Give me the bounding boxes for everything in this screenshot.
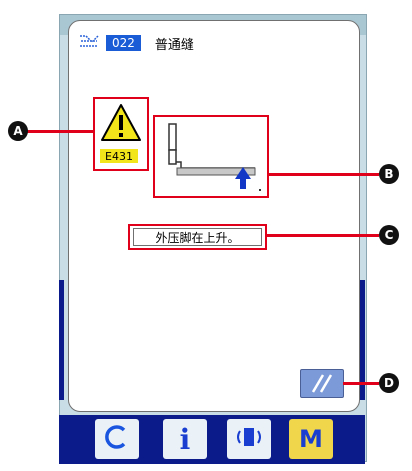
callout-d: D — [379, 373, 399, 393]
callout-c: C — [379, 225, 399, 245]
pattern-number: 022 — [106, 35, 141, 51]
thread-button[interactable] — [95, 419, 139, 459]
bottom-bar: i M — [59, 415, 365, 464]
communication-button[interactable] — [227, 419, 271, 459]
dialog-header: 022 普通缝 — [78, 33, 194, 53]
error-message: 外压脚在上升。 — [133, 228, 262, 246]
info-icon: i — [179, 422, 191, 456]
error-dialog — [68, 20, 360, 412]
left-side-bar — [59, 280, 64, 400]
callout-a: A — [8, 121, 28, 141]
reset-button[interactable] — [300, 369, 344, 398]
reset-slash-icon — [301, 370, 343, 401]
warning-box: E431 — [93, 97, 149, 171]
sewing-pattern-icon — [78, 33, 100, 53]
callout-b: B — [379, 164, 399, 184]
callout-line-c — [265, 234, 379, 237]
pattern-name: 普通缝 — [154, 37, 194, 53]
mode-label: M — [299, 425, 323, 453]
thread-c-icon — [104, 424, 130, 454]
error-illustration-box — [153, 115, 269, 198]
callout-line-d — [343, 382, 379, 385]
error-code: E431 — [100, 149, 138, 163]
message-box: 外压脚在上升。 — [128, 224, 267, 250]
callout-line-a — [26, 130, 93, 133]
communication-icon — [232, 424, 266, 454]
mode-button[interactable]: M — [289, 419, 333, 459]
warning-triangle-icon — [100, 102, 142, 148]
info-button[interactable]: i — [163, 419, 207, 459]
presser-foot-illustration — [168, 123, 261, 191]
callout-line-b — [267, 173, 379, 176]
